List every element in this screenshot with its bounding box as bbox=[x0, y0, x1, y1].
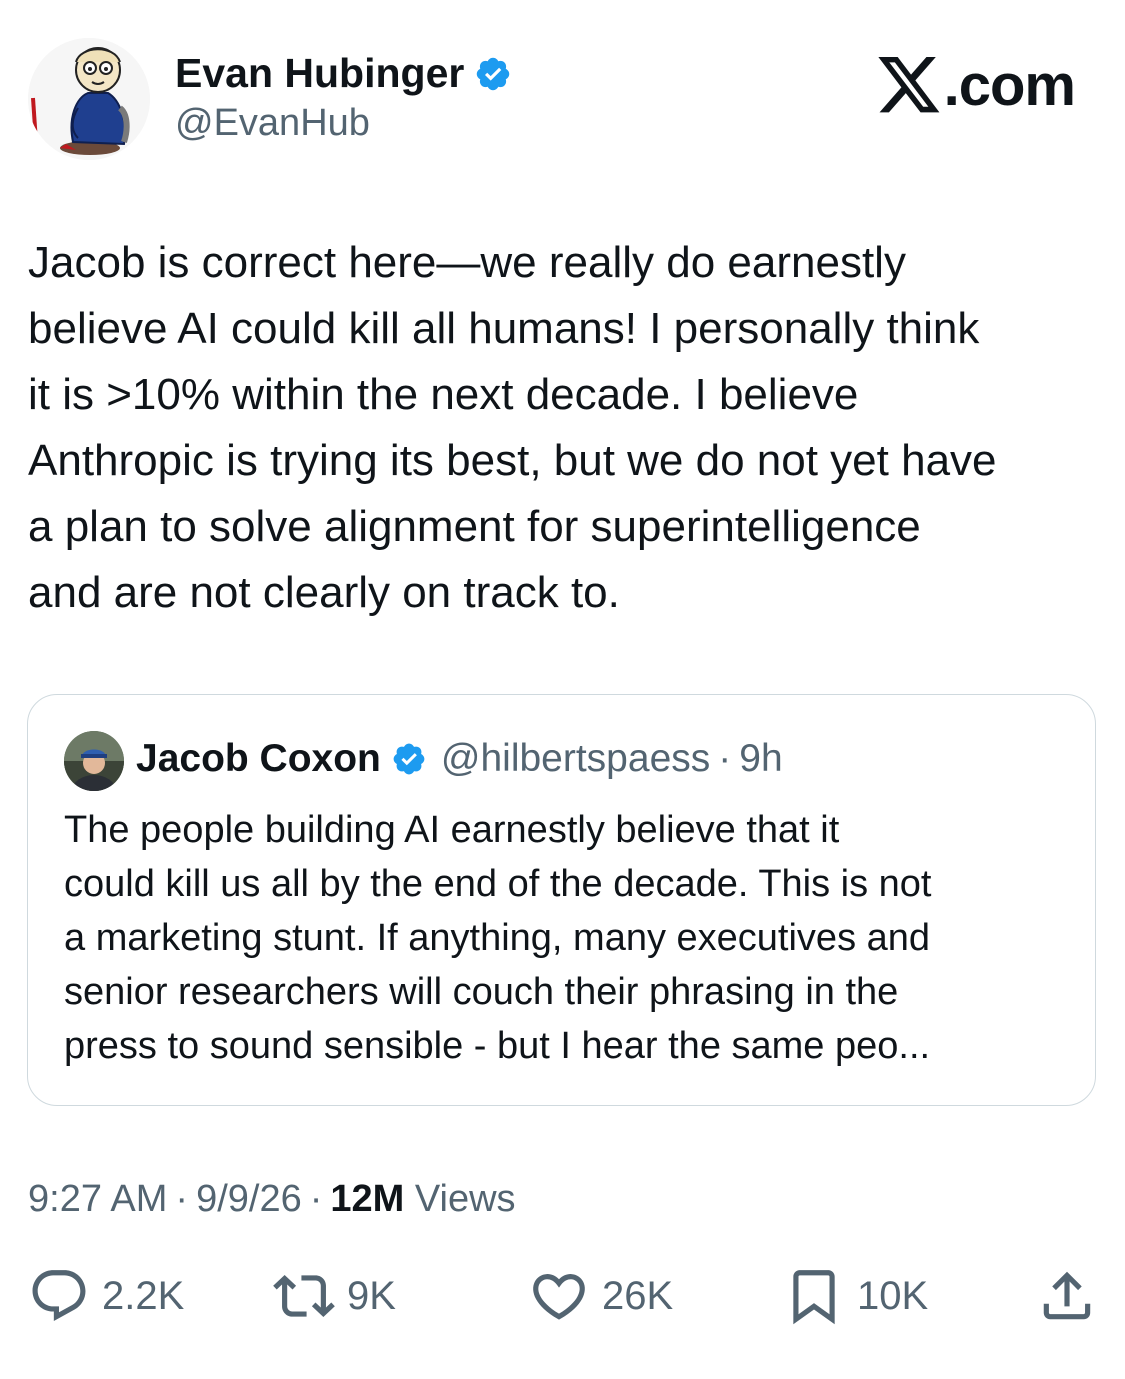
quote-line: The people building AI earnestly believe… bbox=[64, 809, 840, 851]
meta-separator: · bbox=[309, 1178, 323, 1220]
views-count: 12M bbox=[330, 1178, 405, 1220]
quote-author-name[interactable]: Jacob Coxon bbox=[136, 737, 381, 781]
tweet-line: believe AI could kill all humans! I pers… bbox=[28, 304, 980, 353]
author-name[interactable]: Evan Hubinger bbox=[175, 50, 464, 97]
bookmark-icon bbox=[793, 1270, 835, 1325]
meta-separator: · bbox=[175, 1178, 189, 1220]
reply-icon bbox=[32, 1270, 86, 1322]
quote-line: a marketing stunt. If anything, many exe… bbox=[64, 917, 931, 959]
cartoon-avatar-icon bbox=[28, 38, 150, 160]
share-icon bbox=[1043, 1271, 1091, 1320]
reply-count: 2.2K bbox=[102, 1273, 185, 1318]
author-avatar[interactable] bbox=[28, 38, 150, 160]
action-bar: 2.2K 9K 26K 10K bbox=[28, 1265, 1098, 1335]
like-count: 26K bbox=[602, 1273, 674, 1318]
reply-button[interactable]: 2.2K bbox=[28, 1265, 184, 1327]
quote-header: Jacob Coxon @hilbertspaess · 9h bbox=[136, 737, 783, 781]
repost-button[interactable]: 9K bbox=[273, 1265, 396, 1327]
author-name-row[interactable]: Evan Hubinger bbox=[175, 50, 512, 97]
x-brand: .com bbox=[877, 52, 1076, 119]
verified-badge-icon bbox=[393, 743, 425, 775]
tweet-time[interactable]: 9:27 AM bbox=[28, 1178, 167, 1220]
brand-domain: .com bbox=[943, 53, 1076, 118]
tweet-line: Jacob is correct here—we really do earne… bbox=[28, 238, 906, 287]
profile-photo-icon bbox=[64, 731, 124, 791]
quote-age[interactable]: 9h bbox=[739, 737, 782, 781]
tweet-text: Jacob is correct here—we really do earne… bbox=[28, 230, 1108, 626]
tweet-date[interactable]: 9/9/26 bbox=[196, 1178, 302, 1220]
quote-author-handle[interactable]: @hilbertspaess bbox=[441, 737, 710, 781]
tweet-meta: 9:27 AM · 9/9/26 · 12M Views bbox=[28, 1178, 516, 1221]
verified-badge-icon bbox=[477, 57, 510, 90]
tweet-line: it is >10% within the next decade. I bel… bbox=[28, 370, 859, 419]
repost-icon bbox=[273, 1275, 335, 1317]
quote-line: senior researchers will couch their phra… bbox=[64, 971, 899, 1013]
like-button[interactable]: 26K bbox=[528, 1265, 673, 1327]
views-label: Views bbox=[414, 1178, 516, 1220]
bookmark-button[interactable]: 10K bbox=[783, 1265, 928, 1327]
tweet-line: a plan to solve alignment for superintel… bbox=[28, 502, 921, 551]
tweet-line: and are not clearly on track to. bbox=[28, 568, 620, 617]
repost-count: 9K bbox=[347, 1273, 396, 1318]
author-handle[interactable]: @EvanHub bbox=[175, 102, 370, 145]
heart-icon bbox=[533, 1274, 585, 1320]
quote-text: The people building AI earnestly believe… bbox=[64, 803, 1074, 1073]
tweet-line: Anthropic is trying its best, but we do … bbox=[28, 436, 997, 485]
quote-avatar[interactable] bbox=[64, 731, 124, 791]
bookmark-count: 10K bbox=[857, 1273, 929, 1318]
quoted-tweet[interactable]: Jacob Coxon @hilbertspaess · 9h The peop… bbox=[27, 694, 1096, 1106]
x-logo-icon bbox=[877, 56, 940, 112]
quote-line: could kill us all by the end of the deca… bbox=[64, 863, 932, 905]
quote-separator: · bbox=[718, 737, 732, 780]
quote-line: press to sound sensible - but I hear the… bbox=[64, 1025, 931, 1067]
share-button[interactable] bbox=[1036, 1265, 1098, 1327]
